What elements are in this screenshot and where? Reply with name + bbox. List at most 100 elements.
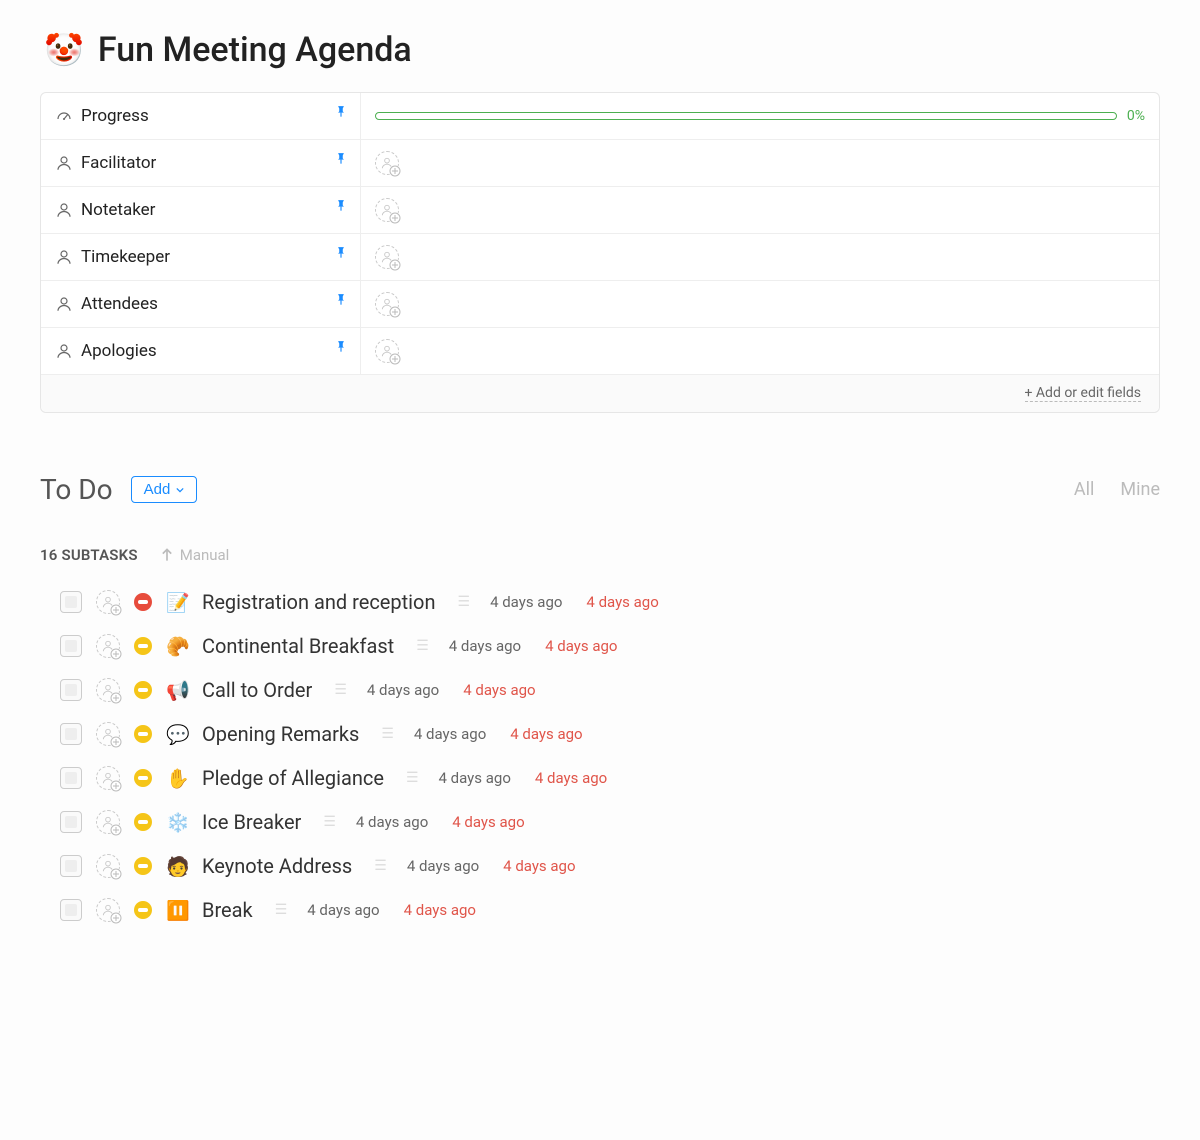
task-checkbox[interactable] — [60, 855, 82, 877]
assign-person[interactable] — [375, 151, 399, 175]
assign-person[interactable] — [375, 339, 399, 363]
task-row[interactable]: ⏸️Break☰4 days ago4 days ago — [60, 898, 1160, 922]
todo-header: To Do Add All Mine — [40, 473, 1160, 506]
plus-icon — [110, 912, 122, 924]
task-due-date[interactable]: 4 days ago — [452, 813, 524, 831]
assign-person[interactable] — [375, 245, 399, 269]
task-emoji-icon: ⏸️ — [166, 899, 188, 922]
task-row[interactable]: ✋Pledge of Allegiance☰4 days ago4 days a… — [60, 766, 1160, 790]
task-due-date[interactable]: 4 days ago — [404, 901, 476, 919]
task-title[interactable]: Ice Breaker — [202, 810, 301, 834]
filter-all[interactable]: All — [1074, 479, 1095, 500]
task-start-date[interactable]: 4 days ago — [407, 857, 479, 875]
task-due-date[interactable]: 4 days ago — [535, 769, 607, 787]
task-title[interactable]: Call to Order — [202, 678, 312, 702]
plus-icon — [389, 165, 401, 177]
pin-icon[interactable] — [334, 152, 348, 166]
task-checkbox[interactable] — [60, 635, 82, 657]
task-title[interactable]: Break — [202, 898, 253, 922]
task-assignee[interactable] — [96, 810, 120, 834]
description-icon: ☰ — [374, 858, 387, 874]
status-indicator[interactable] — [134, 593, 152, 611]
task-due-date[interactable]: 4 days ago — [545, 637, 617, 655]
field-value[interactable]: 0% — [361, 100, 1159, 132]
task-assignee[interactable] — [96, 722, 120, 746]
field-key[interactable]: Attendees — [41, 281, 361, 327]
assign-person[interactable] — [375, 198, 399, 222]
field-key[interactable]: Facilitator — [41, 140, 361, 186]
field-value[interactable] — [361, 237, 1159, 277]
pin-icon[interactable] — [334, 199, 348, 213]
task-title[interactable]: Pledge of Allegiance — [202, 766, 384, 790]
task-checkbox[interactable] — [60, 679, 82, 701]
pin-icon[interactable] — [334, 293, 348, 307]
field-value[interactable] — [361, 284, 1159, 324]
task-row[interactable]: 📝Registration and reception☰4 days ago4 … — [60, 590, 1160, 614]
status-indicator[interactable] — [134, 769, 152, 787]
progress-bar: 0% — [375, 108, 1145, 124]
field-label: Notetaker — [81, 200, 155, 220]
task-assignee[interactable] — [96, 590, 120, 614]
task-row[interactable]: ❄️Ice Breaker☰4 days ago4 days ago — [60, 810, 1160, 834]
field-value[interactable] — [361, 190, 1159, 230]
chevron-down-icon — [176, 486, 184, 494]
task-due-date[interactable]: 4 days ago — [463, 681, 535, 699]
task-due-date[interactable]: 4 days ago — [503, 857, 575, 875]
pin-icon[interactable] — [334, 340, 348, 354]
task-checkbox[interactable] — [60, 591, 82, 613]
task-assignee[interactable] — [96, 634, 120, 658]
pin-icon[interactable] — [334, 246, 348, 260]
field-value[interactable] — [361, 143, 1159, 183]
field-key[interactable]: Progress — [41, 93, 361, 139]
task-row[interactable]: 💬Opening Remarks☰4 days ago4 days ago — [60, 722, 1160, 746]
subtasks-bar: 16 SUBTASKS Manual — [40, 546, 1160, 564]
status-indicator[interactable] — [134, 681, 152, 699]
task-due-date[interactable]: 4 days ago — [586, 593, 658, 611]
task-row[interactable]: 📢Call to Order☰4 days ago4 days ago — [60, 678, 1160, 702]
task-assignee[interactable] — [96, 678, 120, 702]
plus-icon — [110, 692, 122, 704]
task-assignee[interactable] — [96, 766, 120, 790]
description-icon: ☰ — [323, 814, 336, 830]
task-checkbox[interactable] — [60, 767, 82, 789]
task-start-date[interactable]: 4 days ago — [439, 769, 511, 787]
filter-mine[interactable]: Mine — [1120, 479, 1160, 500]
add-edit-fields-link[interactable]: + Add or edit fields — [1025, 385, 1142, 402]
task-title[interactable]: Registration and reception — [202, 590, 436, 614]
task-emoji-icon: 📝 — [166, 591, 188, 614]
plus-icon — [110, 868, 122, 880]
task-assignee[interactable] — [96, 854, 120, 878]
field-key[interactable]: Timekeeper — [41, 234, 361, 280]
status-indicator[interactable] — [134, 813, 152, 831]
task-start-date[interactable]: 4 days ago — [367, 681, 439, 699]
assign-person[interactable] — [375, 292, 399, 316]
field-value[interactable] — [361, 331, 1159, 371]
task-row[interactable]: 🥐Continental Breakfast☰4 days ago4 days … — [60, 634, 1160, 658]
field-key[interactable]: Apologies — [41, 328, 361, 374]
task-start-date[interactable]: 4 days ago — [356, 813, 428, 831]
add-button[interactable]: Add — [131, 476, 198, 503]
task-checkbox[interactable] — [60, 811, 82, 833]
task-checkbox[interactable] — [60, 899, 82, 921]
task-due-date[interactable]: 4 days ago — [510, 725, 582, 743]
field-key[interactable]: Notetaker — [41, 187, 361, 233]
status-indicator[interactable] — [134, 725, 152, 743]
task-title[interactable]: Opening Remarks — [202, 722, 359, 746]
task-row[interactable]: 🧑Keynote Address☰4 days ago4 days ago — [60, 854, 1160, 878]
page-header: 🤡 Fun Meeting Agenda — [44, 30, 1160, 70]
sort-mode[interactable]: Manual — [160, 546, 230, 564]
subtasks-count: 16 SUBTASKS — [40, 546, 138, 564]
status-indicator[interactable] — [134, 637, 152, 655]
pin-icon[interactable] — [334, 105, 348, 119]
status-indicator[interactable] — [134, 901, 152, 919]
task-start-date[interactable]: 4 days ago — [414, 725, 486, 743]
task-checkbox[interactable] — [60, 723, 82, 745]
task-start-date[interactable]: 4 days ago — [449, 637, 521, 655]
task-emoji-icon: 🥐 — [166, 635, 188, 658]
task-title[interactable]: Continental Breakfast — [202, 634, 394, 658]
task-start-date[interactable]: 4 days ago — [490, 593, 562, 611]
task-start-date[interactable]: 4 days ago — [307, 901, 379, 919]
task-assignee[interactable] — [96, 898, 120, 922]
status-indicator[interactable] — [134, 857, 152, 875]
task-title[interactable]: Keynote Address — [202, 854, 352, 878]
